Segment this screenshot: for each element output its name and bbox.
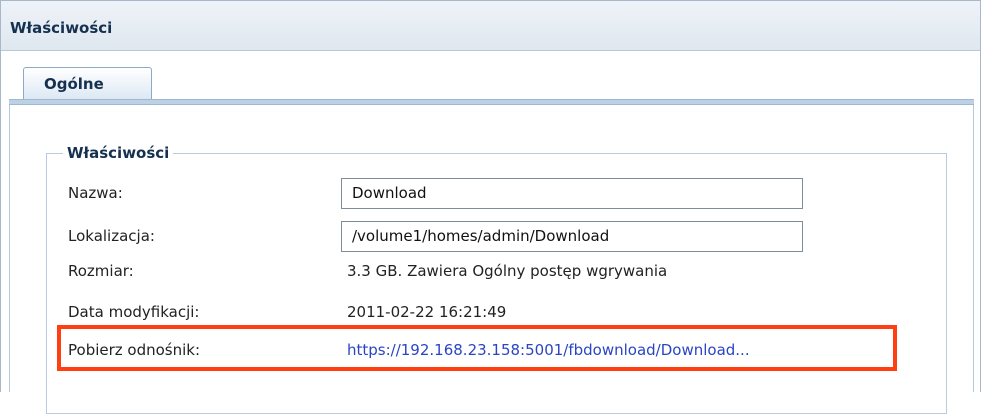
name-field[interactable]: Download [341,178,803,209]
name-label: Nazwa: [68,184,123,202]
size-label: Rozmiar: [68,262,134,280]
size-value: 3.3 GB. Zawiera Ogólny postęp wgrywania [347,262,668,280]
window-title: Właściwości [10,19,113,37]
tab-general-label: Ogólne [44,75,104,93]
properties-group-title: Właściwości [67,144,170,162]
modified-label: Data modyfikacji: [68,303,200,321]
modified-value: 2011-02-22 16:21:49 [347,303,507,321]
location-field[interactable]: /volume1/homes/admin/Download [341,221,803,252]
download-link-highlight [57,325,897,371]
window-titlebar: Właściwości [1,1,980,51]
tab-general[interactable]: Ogólne [23,67,152,102]
location-label: Lokalizacja: [68,227,155,245]
